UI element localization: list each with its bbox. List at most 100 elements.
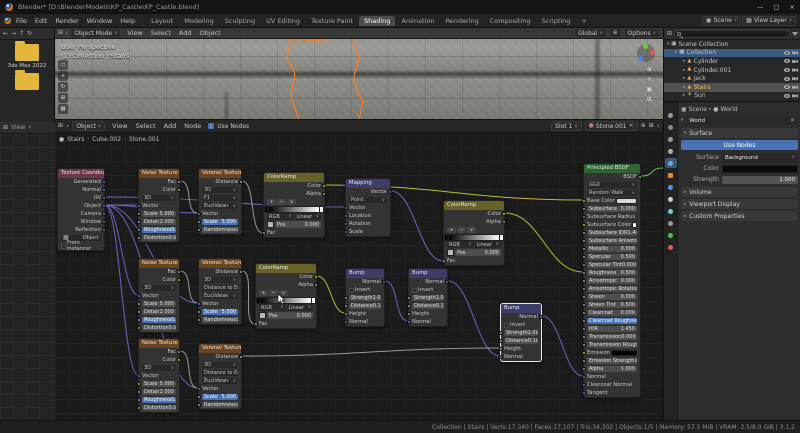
menu-help[interactable]: Help xyxy=(116,17,139,25)
node-row-val[interactable]: Detail 2.000 xyxy=(137,218,179,226)
node-row-color[interactable]: Emission xyxy=(582,349,640,357)
outliner-item-collection[interactable]: ▸ ▦ Collection xyxy=(664,48,800,58)
input-socket[interactable] xyxy=(197,220,201,224)
node-title[interactable]: ColorRamp xyxy=(264,173,324,182)
interpolation-dropdown[interactable]: RGB ∨ xyxy=(267,213,294,220)
dropdown[interactable]: 3D ∨ xyxy=(142,284,176,292)
editor-type-icon[interactable]: ⊞ xyxy=(58,30,63,36)
input-socket[interactable] xyxy=(344,214,348,218)
properties-tab-physics[interactable] xyxy=(665,206,677,216)
node-noise-texture[interactable]: Noise Texture Fac Color 3D ∨ Vector Scale 5.000… xyxy=(137,168,181,243)
node-row-val[interactable]: Roughness0.500 xyxy=(582,269,640,277)
node-title[interactable]: Texture Coordinate xyxy=(58,169,104,178)
node-row-out[interactable]: Color xyxy=(264,182,326,190)
input-socket[interactable] xyxy=(499,347,503,351)
node-row-tools[interactable]: + − ∨ xyxy=(264,198,324,206)
node-row-in[interactable]: Vector xyxy=(197,300,241,308)
overlays-icon[interactable]: ⊞ xyxy=(649,123,654,129)
properties-tab-render[interactable] xyxy=(665,110,677,120)
node-row-val[interactable]: Specular Tint 0.000 xyxy=(582,261,640,269)
node-row-val[interactable]: Strength1.000 xyxy=(499,329,541,337)
node-title[interactable]: Noise Texture xyxy=(139,169,179,178)
checkbox[interactable] xyxy=(504,322,509,328)
node-row-check[interactable]: From Instancer xyxy=(58,240,104,252)
node-voronoi-texture[interactable]: Voronoi TextureDistance3D∨Distance to Ed… xyxy=(197,343,243,410)
node-row-val[interactable]: Detail 2.000 xyxy=(137,388,179,396)
input-socket[interactable] xyxy=(262,230,266,235)
panel-custom-properties[interactable]: ▸ Custom Properties xyxy=(681,211,798,221)
checkbox[interactable] xyxy=(412,287,417,293)
dropdown[interactable]: Random Walk ∨ xyxy=(587,189,637,197)
output-socket[interactable] xyxy=(539,315,543,319)
output-socket[interactable] xyxy=(177,278,181,282)
surface-panel-header[interactable]: ▾ Surface xyxy=(681,128,798,138)
node-title[interactable]: Voronoi Texture xyxy=(199,259,241,268)
input-socket[interactable] xyxy=(137,406,141,410)
filter-icon[interactable] xyxy=(792,31,798,36)
chevron-down-icon[interactable]: ▾ xyxy=(681,118,683,123)
node-row-in[interactable]: Location xyxy=(344,212,390,220)
node-title[interactable]: Voronoi Texture xyxy=(199,344,241,353)
input-socket[interactable] xyxy=(582,359,586,363)
material-datablock[interactable]: ● Stone.001 × xyxy=(584,121,638,131)
input-socket[interactable] xyxy=(137,294,141,298)
pan-icon[interactable]: + xyxy=(646,76,652,83)
input-socket[interactable] xyxy=(197,395,201,399)
outliner-item-stairs[interactable]: ▸ ▲ Stairs xyxy=(664,82,800,92)
dropdown[interactable]: Euclidean ∨ xyxy=(202,377,238,385)
visibility-eye-icon[interactable] xyxy=(784,50,790,55)
node-title[interactable]: ColorRamp xyxy=(256,264,316,273)
node-title[interactable]: Principled BSDF xyxy=(584,164,640,173)
node-row-drop[interactable]: Distance to Edge∨ xyxy=(199,369,241,377)
output-socket[interactable] xyxy=(314,283,318,287)
remove-stop-button[interactable]: − xyxy=(457,226,466,234)
input-socket[interactable] xyxy=(137,374,141,378)
node-row-drop[interactable]: 3D ∨ xyxy=(139,284,179,292)
input-socket[interactable] xyxy=(137,318,141,322)
node-canvas[interactable]: ● Stairs › Cube.002 › Stone.001 Texture Coord… xyxy=(55,133,663,420)
position-slider[interactable]: Pos 0.000 xyxy=(267,312,313,319)
world-datablock[interactable]: World × xyxy=(686,116,798,125)
add-stop-button[interactable]: + xyxy=(259,289,268,297)
node-colorramp[interactable]: ColorRamp Color Alpha + − ∨ RGB ∨ Linear ∨ Pos 0.00… xyxy=(442,200,506,266)
workspace-tab-scripting[interactable]: Scripting xyxy=(537,16,576,26)
node-mapping[interactable]: Mapping Vector Point ∨ Vector Location Rotatio… xyxy=(344,178,392,237)
node-row-out[interactable]: Color xyxy=(256,273,318,281)
add-stop-button[interactable]: + xyxy=(267,198,276,206)
node-row-val[interactable]: Distance0.100 xyxy=(499,337,541,345)
folder-icon[interactable] xyxy=(15,70,39,90)
workspace-tab-texture-paint[interactable]: Texture Paint xyxy=(306,16,358,26)
output-socket[interactable] xyxy=(102,204,106,208)
node-row-out[interactable]: Normal xyxy=(346,278,386,286)
input-socket[interactable] xyxy=(197,302,201,306)
back-icon[interactable]: ← xyxy=(3,30,8,37)
value-slider[interactable]: Sheen Tint 0.500 xyxy=(587,301,637,309)
input-socket[interactable] xyxy=(582,199,586,203)
value-slider[interactable]: Scale 5.000 xyxy=(142,210,176,218)
editor-type-icon[interactable]: ⊞ xyxy=(667,30,672,37)
input-socket[interactable] xyxy=(582,335,586,339)
output-socket[interactable] xyxy=(382,280,386,284)
node-row-in[interactable]: Height xyxy=(407,310,447,318)
node-title[interactable]: Noise Texture xyxy=(139,339,179,348)
value-slider[interactable]: Specular Tint 0.000 xyxy=(587,261,637,269)
input-socket[interactable] xyxy=(137,220,141,224)
node-title[interactable]: Bump xyxy=(346,269,384,278)
color-swatch[interactable] xyxy=(611,349,637,357)
properties-tab-output[interactable] xyxy=(665,122,677,132)
outliner-item-cylinder[interactable]: ▸ ▲ Cylinder xyxy=(664,57,800,66)
input-socket[interactable] xyxy=(344,304,348,308)
output-socket[interactable] xyxy=(314,275,318,279)
color-swatch[interactable] xyxy=(615,197,637,205)
shader-menu-add[interactable]: Add xyxy=(160,122,181,130)
input-socket[interactable] xyxy=(582,207,586,211)
visibility-eye-icon[interactable] xyxy=(784,76,790,81)
node-row-out[interactable]: Vector xyxy=(346,188,392,196)
value-slider[interactable]: Roughness0.500 xyxy=(142,226,176,234)
value-slider[interactable]: Specular 0.500 xyxy=(587,253,637,261)
position-slider[interactable]: Pos 0.000 xyxy=(455,249,501,256)
node-row-val[interactable]: Clearcoat 0.000 xyxy=(582,309,640,317)
scene-selector[interactable]: ▣ Scene ∨ xyxy=(701,15,742,26)
node-row-color[interactable]: Base Color xyxy=(582,197,640,205)
node-row-out[interactable]: Object xyxy=(58,202,106,210)
